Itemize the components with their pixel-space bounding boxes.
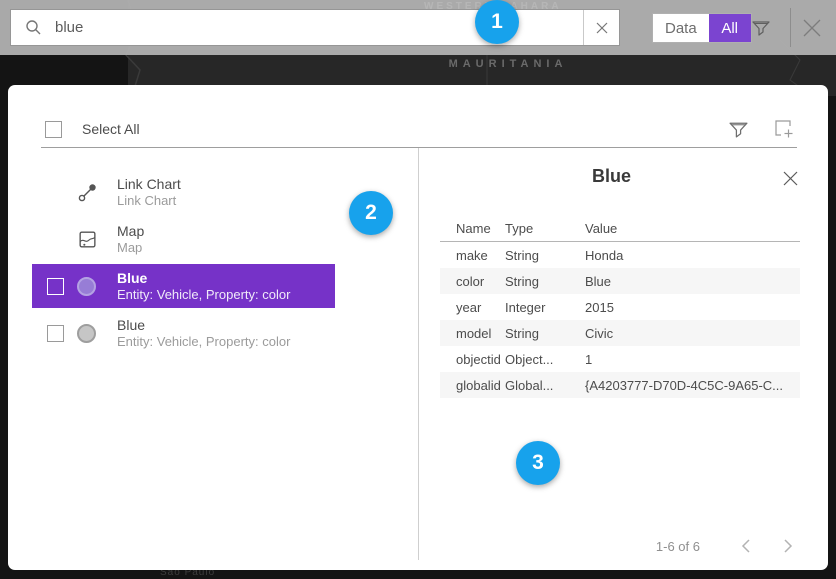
detail-title: Blue [419, 166, 804, 187]
result-title: Map [117, 223, 350, 239]
cell-type: Global... [505, 378, 585, 393]
attribute-table: Name Type Value make String Honda color … [440, 216, 800, 398]
map-label-mauritania: MAURITANIA [418, 58, 598, 70]
cell-type: String [505, 274, 585, 289]
result-item-map[interactable]: Map Map [47, 217, 350, 261]
cell-name: color [440, 274, 505, 289]
scope-option-all[interactable]: All [709, 14, 751, 42]
result-subtitle: Entity: Vehicle, Property: color [117, 334, 350, 349]
result-title: Blue [117, 270, 335, 286]
cell-name: model [440, 326, 505, 341]
column-header-name: Name [440, 221, 505, 236]
cell-value: Honda [585, 248, 800, 263]
result-title: Blue [117, 317, 350, 333]
result-checkbox[interactable] [47, 325, 64, 342]
cell-type: String [505, 248, 585, 263]
cell-value: 1 [585, 352, 800, 367]
previous-page-button[interactable] [734, 534, 758, 558]
add-selection-icon [773, 118, 795, 140]
column-header-type: Type [505, 221, 585, 236]
link-chart-icon [77, 181, 117, 203]
search-box [10, 9, 620, 46]
search-scope-toggle: Data All [652, 13, 752, 43]
search-filter-button[interactable] [748, 15, 774, 41]
entity-circle-icon [77, 277, 117, 296]
result-subtitle: Entity: Vehicle, Property: color [117, 287, 335, 302]
result-item-blue-selected[interactable]: Blue Entity: Vehicle, Property: color [32, 264, 335, 308]
annotation-callout-3: 3 [516, 441, 560, 485]
results-list: Link Chart Link Chart Map Map [47, 170, 357, 358]
add-to-selection-button[interactable] [770, 115, 798, 143]
result-title: Link Chart [117, 176, 350, 192]
close-x-icon [801, 17, 823, 39]
pagination-label: 1-6 of 6 [656, 539, 700, 554]
select-all-label: Select All [82, 121, 140, 137]
close-search-button[interactable] [798, 14, 826, 42]
annotation-callout-2: 2 [349, 191, 393, 235]
column-header-value: Value [585, 221, 800, 236]
toolbar-divider [790, 8, 791, 47]
detail-pane: Blue Name Type Value make String Honda [419, 148, 804, 570]
cell-value: 2015 [585, 300, 800, 315]
result-text: Map Map [117, 218, 350, 260]
table-row[interactable]: year Integer 2015 [440, 294, 800, 320]
cell-name: objectid [440, 352, 505, 367]
results-filter-button[interactable] [724, 115, 752, 143]
result-text: Link Chart Link Chart [117, 171, 350, 213]
next-page-button[interactable] [776, 534, 800, 558]
clear-x-icon [596, 22, 608, 34]
cell-type: Object... [505, 352, 585, 367]
detail-close-button[interactable] [778, 166, 802, 190]
annotation-callout-1: 1 [475, 0, 519, 44]
result-item-blue[interactable]: Blue Entity: Vehicle, Property: color [47, 311, 350, 355]
result-checkbox[interactable] [47, 278, 64, 295]
table-row[interactable]: objectid Object... 1 [440, 346, 800, 372]
table-row[interactable]: color String Blue [440, 268, 800, 294]
clear-search-button[interactable] [583, 10, 619, 45]
table-row[interactable]: make String Honda [440, 242, 800, 268]
funnel-icon [728, 119, 749, 140]
cell-type: Integer [505, 300, 585, 315]
pagination: 1-6 of 6 [656, 534, 800, 558]
map-icon [77, 229, 117, 250]
search-icon [11, 19, 55, 36]
table-header-row: Name Type Value [440, 216, 800, 242]
result-text: Blue Entity: Vehicle, Property: color [117, 312, 350, 354]
cell-name: globalid [440, 378, 505, 393]
result-subtitle: Map [117, 240, 350, 255]
results-header: Select All [45, 111, 798, 147]
result-check-slot [47, 325, 77, 342]
cell-value: {A4203777-D70D-4C5C-9A65-C... [585, 378, 800, 393]
funnel-icon [751, 18, 771, 38]
result-item-link-chart[interactable]: Link Chart Link Chart [47, 170, 350, 214]
app-screen: WESTERN SAHARA MAURITANIA São Paulo Data [0, 0, 836, 579]
scope-option-data[interactable]: Data [653, 14, 709, 42]
result-subtitle: Link Chart [117, 193, 350, 208]
result-text: Blue Entity: Vehicle, Property: color [117, 265, 335, 307]
table-row[interactable]: globalid Global... {A4203777-D70D-4C5C-9… [440, 372, 800, 398]
cell-name: year [440, 300, 505, 315]
search-results-panel: Select All [8, 85, 828, 570]
chevron-left-icon [741, 539, 751, 553]
search-toolbar: Data All [0, 0, 836, 55]
table-row[interactable]: model String Civic [440, 320, 800, 346]
select-all-checkbox[interactable] [45, 121, 62, 138]
cell-value: Civic [585, 326, 800, 341]
cell-value: Blue [585, 274, 800, 289]
cell-name: make [440, 248, 505, 263]
cell-type: String [505, 326, 585, 341]
close-x-icon [782, 170, 799, 187]
result-check-slot [47, 278, 77, 295]
entity-circle-icon [77, 324, 117, 343]
chevron-right-icon [783, 539, 793, 553]
